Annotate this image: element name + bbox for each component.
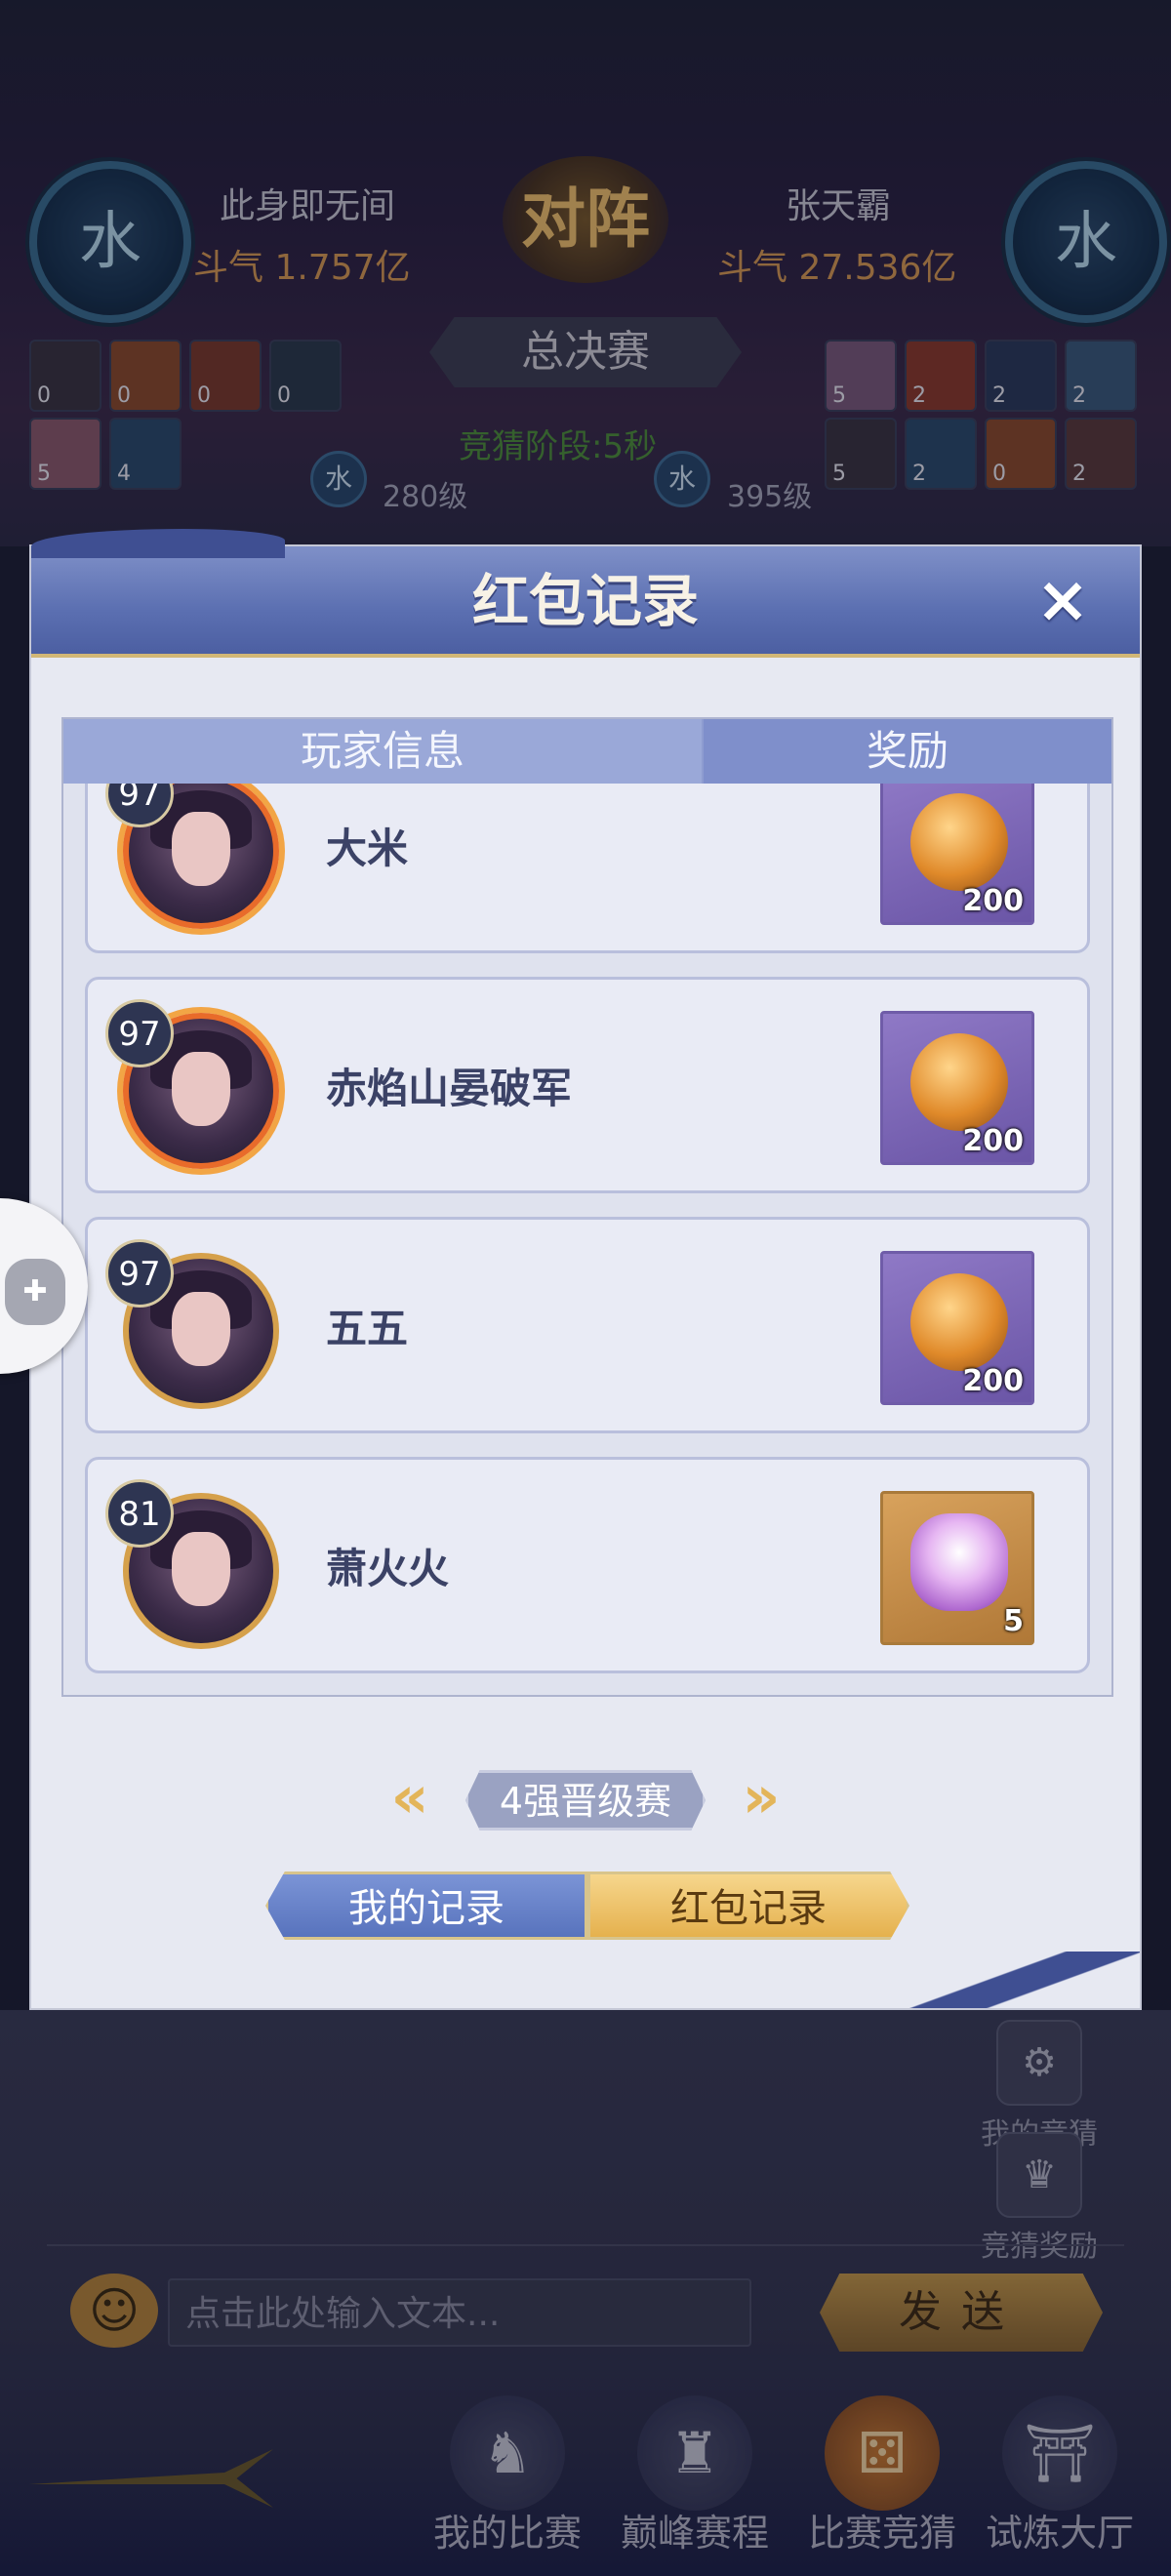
corner-decoration bbox=[909, 1952, 1140, 2008]
record-list[interactable]: 97 大米 200 97 赤焰山晏破军 200 97 五五 200 81 萧火火… bbox=[63, 784, 1111, 1681]
player-name: 萧火火 bbox=[326, 1545, 450, 1592]
close-button[interactable]: × bbox=[1030, 568, 1095, 635]
column-player-info: 玩家信息 bbox=[63, 719, 702, 784]
player-name: 五五 bbox=[326, 1305, 409, 1352]
player-name: 赤焰山晏破军 bbox=[326, 1065, 573, 1112]
tab-red-packet-records[interactable]: 红包记录 bbox=[587, 1872, 909, 1940]
fire-orb-icon bbox=[910, 793, 1008, 891]
player-name: 大米 bbox=[326, 825, 409, 872]
red-packet-record-dialog: 红包记录 × 玩家信息 奖励 97 大米 200 97 赤焰山晏破军 200 9… bbox=[31, 529, 1140, 2008]
lotus-crystal-icon bbox=[910, 1513, 1008, 1611]
table-header: 玩家信息 奖励 bbox=[63, 719, 1111, 784]
fire-orb-icon bbox=[910, 1273, 1008, 1371]
reward-item[interactable]: 200 bbox=[880, 1011, 1034, 1165]
level-badge: 81 bbox=[105, 1479, 174, 1548]
reward-quantity: 5 bbox=[1003, 1604, 1024, 1638]
level-badge: 97 bbox=[105, 1239, 174, 1308]
reward-quantity: 200 bbox=[962, 884, 1024, 918]
dialog-title: 红包记录 bbox=[471, 568, 699, 634]
list-item: 97 大米 200 bbox=[85, 784, 1090, 953]
next-round-arrow[interactable]: » bbox=[736, 1768, 787, 1827]
column-reward: 奖励 bbox=[704, 719, 1111, 784]
tab-my-records[interactable]: 我的记录 bbox=[265, 1872, 587, 1940]
list-item: 97 五五 200 bbox=[85, 1217, 1090, 1433]
list-item: 81 萧火火 5 bbox=[85, 1457, 1090, 1673]
list-item: 97 赤焰山晏破军 200 bbox=[85, 977, 1090, 1193]
reward-quantity: 200 bbox=[962, 1124, 1024, 1158]
reward-item[interactable]: 200 bbox=[880, 1251, 1034, 1405]
level-badge: 97 bbox=[105, 999, 174, 1067]
round-label: 4强晋级赛 bbox=[465, 1770, 706, 1831]
prev-round-arrow[interactable]: « bbox=[384, 1768, 435, 1827]
gamepad-icon: ✚ bbox=[5, 1259, 65, 1325]
fire-orb-icon bbox=[910, 1033, 1008, 1131]
record-table: 玩家信息 奖励 97 大米 200 97 赤焰山晏破军 200 97 五五 20… bbox=[61, 717, 1113, 1697]
reward-quantity: 200 bbox=[962, 1364, 1024, 1398]
reward-item[interactable]: 200 bbox=[880, 784, 1034, 925]
reward-item[interactable]: 5 bbox=[880, 1491, 1034, 1645]
